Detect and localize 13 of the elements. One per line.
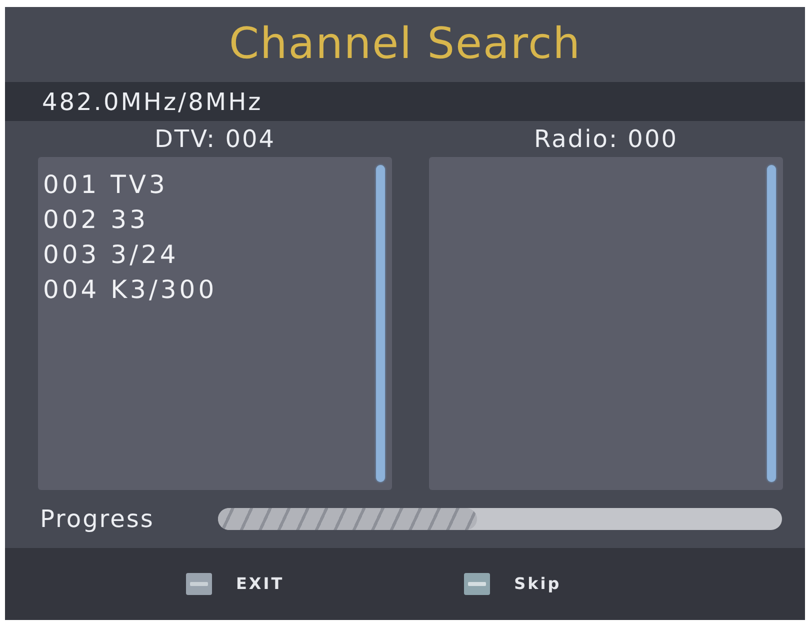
- channel-item: 004 K3/300: [43, 274, 218, 306]
- remote-key-icon: [464, 573, 490, 595]
- list-header: Radio: 000: [534, 127, 678, 151]
- key-hint-label: Skip: [514, 576, 562, 592]
- screen-title: Channel Search: [229, 23, 581, 66]
- list-header: DTV: 004: [154, 127, 276, 151]
- channel-item: 003 3/24: [43, 239, 179, 271]
- channel-item: 001 TV3: [43, 169, 168, 201]
- key-hint-label: EXIT: [236, 576, 284, 592]
- frequency-text: 482.0MHz/8MHz: [42, 90, 263, 114]
- channel-item: 002 33: [43, 204, 148, 236]
- remote-key-icon: [186, 573, 212, 595]
- progress-label: Progress: [40, 507, 156, 531]
